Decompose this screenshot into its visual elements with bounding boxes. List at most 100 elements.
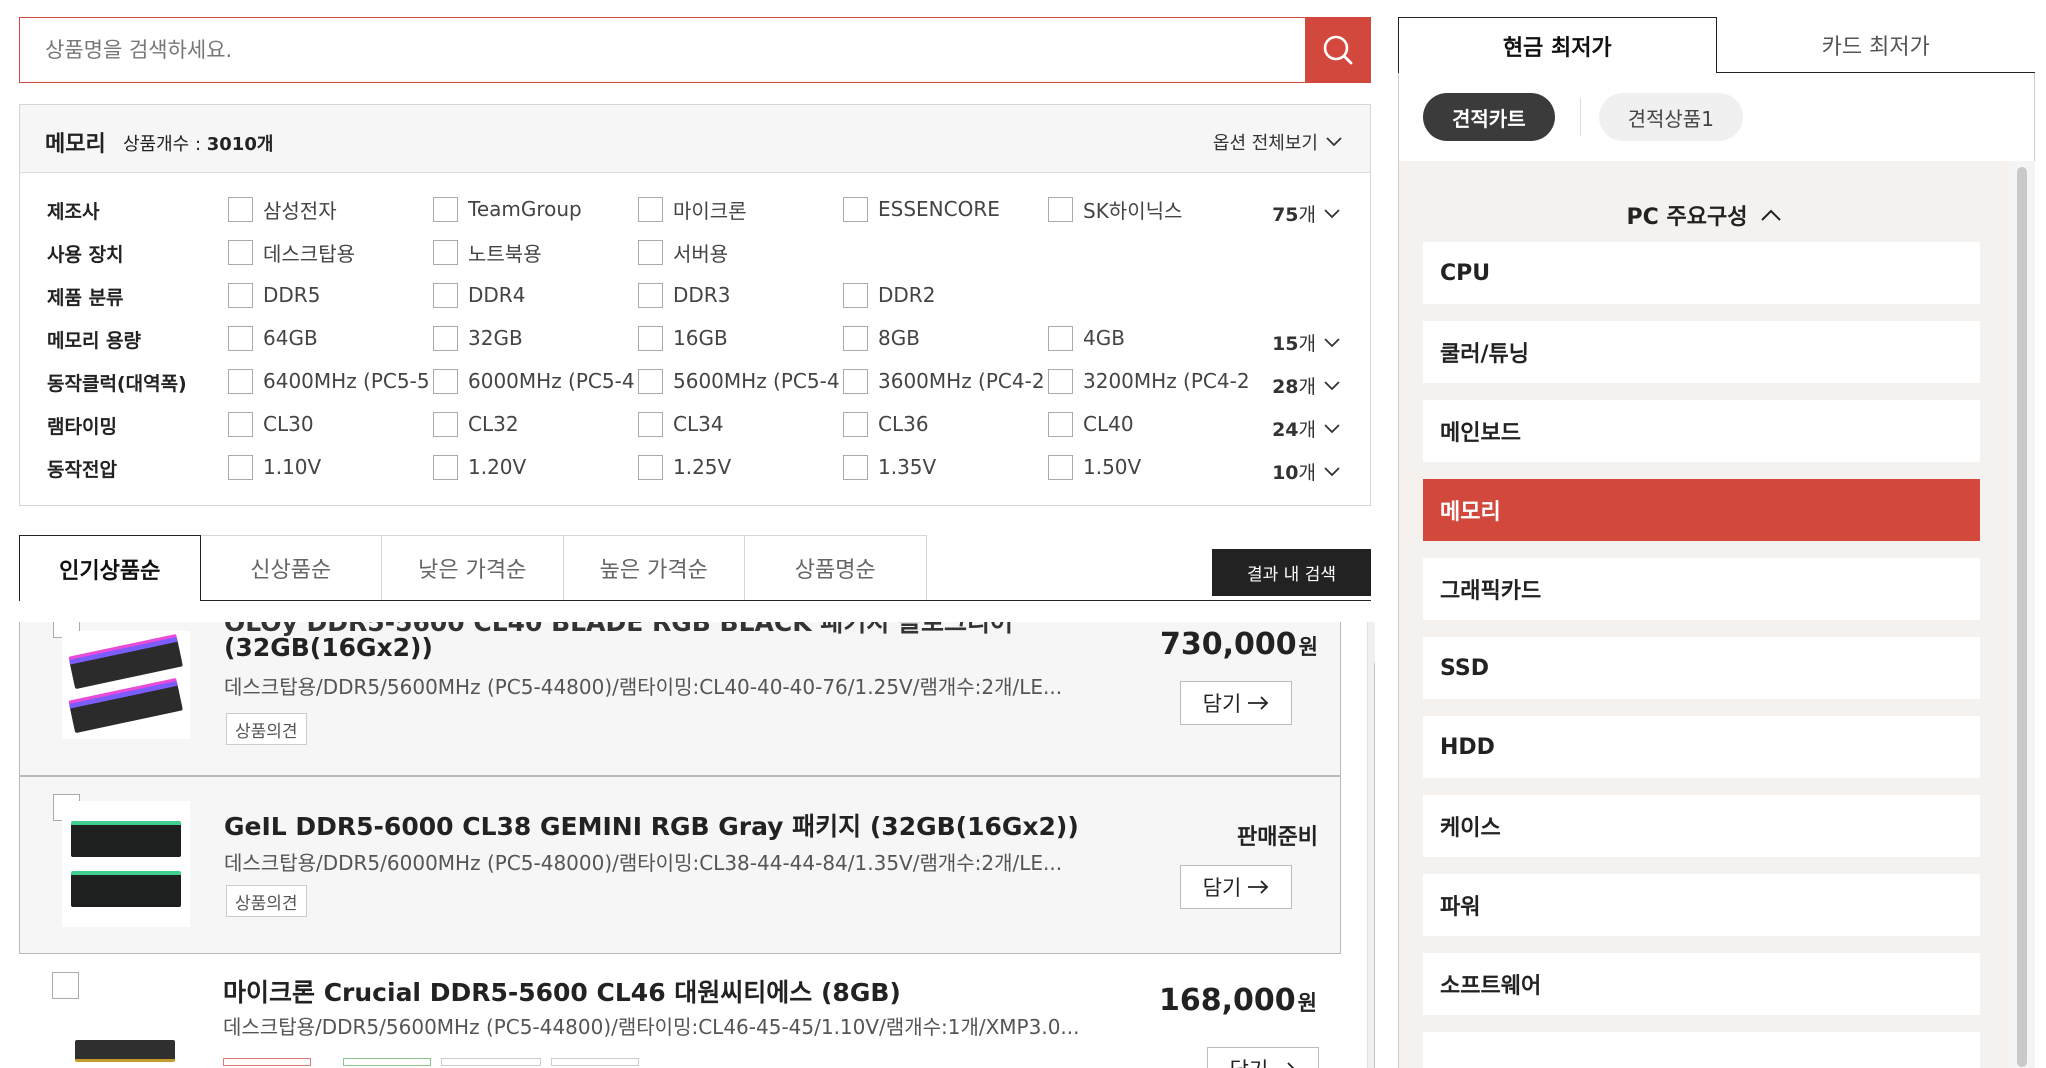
filter-option[interactable]: 32GB: [433, 323, 638, 353]
tab-cash-lowest[interactable]: 현금 최저가: [1398, 17, 1717, 73]
filter-option[interactable]: CL36: [843, 409, 1048, 439]
checkbox[interactable]: [843, 454, 868, 480]
result-search-button[interactable]: 결과 내 검색: [1212, 549, 1371, 596]
part-item-next[interactable]: [1423, 1032, 1980, 1068]
checkbox[interactable]: [433, 282, 458, 308]
checkbox[interactable]: [433, 325, 458, 351]
checkbox[interactable]: [228, 325, 253, 351]
tab-estimate-cart[interactable]: 견적카트: [1423, 93, 1555, 141]
filter-more-toggle[interactable]: 15개: [1272, 329, 1340, 356]
product-image[interactable]: [62, 631, 190, 739]
parts-scrollbar[interactable]: [2009, 161, 2035, 1068]
filter-option[interactable]: DDR3: [638, 280, 843, 310]
product-item[interactable]: GeIL DDR5-6000 CL38 GEMINI RGB Gray 패키지 …: [19, 776, 1341, 954]
filter-option[interactable]: CL30: [228, 409, 433, 439]
checkbox[interactable]: [638, 454, 663, 480]
checkbox[interactable]: [228, 411, 253, 437]
filter-more-toggle[interactable]: 24개: [1272, 415, 1340, 442]
filter-option[interactable]: 1.20V: [433, 452, 638, 482]
filter-option[interactable]: 1.25V: [638, 452, 843, 482]
filter-option[interactable]: DDR5: [228, 280, 433, 310]
filter-option[interactable]: 1.35V: [843, 452, 1048, 482]
pc-parts-header[interactable]: PC 주요구성: [1399, 199, 2009, 231]
product-name-continued[interactable]: (32GB(16Gx2)): [224, 633, 433, 662]
sort-tab-newest[interactable]: 신상품순: [200, 535, 382, 601]
scrollbar-thumb[interactable]: [2017, 167, 2027, 1067]
filter-option[interactable]: 데스크탑용: [228, 237, 433, 267]
checkbox[interactable]: [228, 196, 253, 222]
checkbox[interactable]: [843, 196, 868, 222]
product-name[interactable]: 마이크론 Crucial DDR5-5600 CL46 대원씨티에스 (8GB): [223, 973, 901, 1009]
filter-option[interactable]: 5600MHz (PC5-4: [638, 366, 843, 396]
product-list-scrollbar[interactable]: [1367, 622, 1375, 1068]
sort-tab-high-price[interactable]: 높은 가격순: [563, 535, 745, 601]
filter-option[interactable]: TeamGroup: [433, 194, 638, 224]
checkbox[interactable]: [433, 411, 458, 437]
filter-option[interactable]: 1.50V: [1048, 452, 1253, 482]
filter-option[interactable]: 서버용: [638, 237, 843, 267]
filter-more-toggle[interactable]: 75개: [1272, 200, 1340, 227]
filter-option[interactable]: 1.10V: [228, 452, 433, 482]
scrollbar-thumb[interactable]: [1374, 660, 1375, 1068]
filter-option[interactable]: 8GB: [843, 323, 1048, 353]
part-item-graphics[interactable]: 그래픽카드: [1423, 558, 1980, 620]
checkbox[interactable]: [1048, 325, 1073, 351]
filter-option[interactable]: 6400MHz (PC5-5: [228, 366, 433, 396]
product-review-button[interactable]: 상품의견: [226, 713, 307, 745]
checkbox[interactable]: [1048, 196, 1073, 222]
filter-option[interactable]: 4GB: [1048, 323, 1253, 353]
checkbox[interactable]: [433, 239, 458, 265]
part-item-cpu[interactable]: CPU: [1423, 242, 1980, 304]
part-item-ssd[interactable]: SSD: [1423, 637, 1980, 699]
checkbox[interactable]: [433, 454, 458, 480]
product-name[interactable]: GeIL DDR5-6000 CL38 GEMINI RGB Gray 패키지 …: [224, 807, 1079, 843]
checkbox[interactable]: [843, 368, 868, 394]
search-button[interactable]: [1305, 17, 1371, 83]
filter-option[interactable]: DDR4: [433, 280, 638, 310]
sort-tab-name[interactable]: 상품명순: [745, 535, 927, 601]
product-image[interactable]: [62, 801, 190, 927]
part-item-case[interactable]: 케이스: [1423, 795, 1980, 857]
product-image[interactable]: [61, 1031, 189, 1068]
sort-tab-popular[interactable]: 인기상품순: [19, 535, 201, 601]
checkbox[interactable]: [1048, 368, 1073, 394]
filter-option[interactable]: CL34: [638, 409, 843, 439]
sort-tab-low-price[interactable]: 낮은 가격순: [382, 535, 564, 601]
part-item-cooler[interactable]: 쿨러/튜닝: [1423, 321, 1980, 383]
tab-estimate-product[interactable]: 견적상품1: [1598, 93, 1743, 141]
checkbox[interactable]: [638, 411, 663, 437]
checkbox[interactable]: [228, 239, 253, 265]
part-item-memory[interactable]: 메모리: [1423, 479, 1980, 541]
checkbox[interactable]: [638, 196, 663, 222]
add-to-cart-button[interactable]: 담기: [1180, 865, 1292, 909]
checkbox[interactable]: [433, 196, 458, 222]
filter-option[interactable]: SK하이닉스: [1048, 194, 1253, 224]
checkbox[interactable]: [638, 239, 663, 265]
checkbox[interactable]: [433, 368, 458, 394]
part-item-power[interactable]: 파워: [1423, 874, 1980, 936]
checkbox[interactable]: [638, 325, 663, 351]
filter-option[interactable]: DDR2: [843, 280, 1048, 310]
checkbox[interactable]: [843, 325, 868, 351]
tab-card-lowest[interactable]: 카드 최저가: [1716, 17, 2035, 73]
search-input[interactable]: [20, 18, 1306, 81]
add-to-cart-button[interactable]: 담기: [1207, 1047, 1319, 1068]
filter-option[interactable]: 삼성전자: [228, 194, 433, 224]
part-item-hdd[interactable]: HDD: [1423, 716, 1980, 778]
product-checkbox[interactable]: [52, 972, 79, 999]
checkbox[interactable]: [228, 368, 253, 394]
filter-more-toggle[interactable]: 28개: [1272, 372, 1340, 399]
filter-more-toggle[interactable]: 10개: [1272, 458, 1340, 485]
filter-option[interactable]: 3200MHz (PC4-2: [1048, 366, 1253, 396]
filter-option[interactable]: 6000MHz (PC5-4: [433, 366, 638, 396]
checkbox[interactable]: [228, 454, 253, 480]
filter-option[interactable]: 3600MHz (PC4-2: [843, 366, 1048, 396]
product-item[interactable]: 마이크론 Crucial DDR5-5600 CL46 대원씨티에스 (8GB)…: [19, 955, 1341, 1068]
checkbox[interactable]: [638, 368, 663, 394]
product-review-button[interactable]: 상품의견: [226, 885, 307, 917]
filter-option[interactable]: 16GB: [638, 323, 843, 353]
checkbox[interactable]: [228, 282, 253, 308]
checkbox[interactable]: [843, 282, 868, 308]
options-expand-toggle[interactable]: 옵션 전체보기: [1213, 129, 1342, 155]
part-item-mainboard[interactable]: 메인보드: [1423, 400, 1980, 462]
